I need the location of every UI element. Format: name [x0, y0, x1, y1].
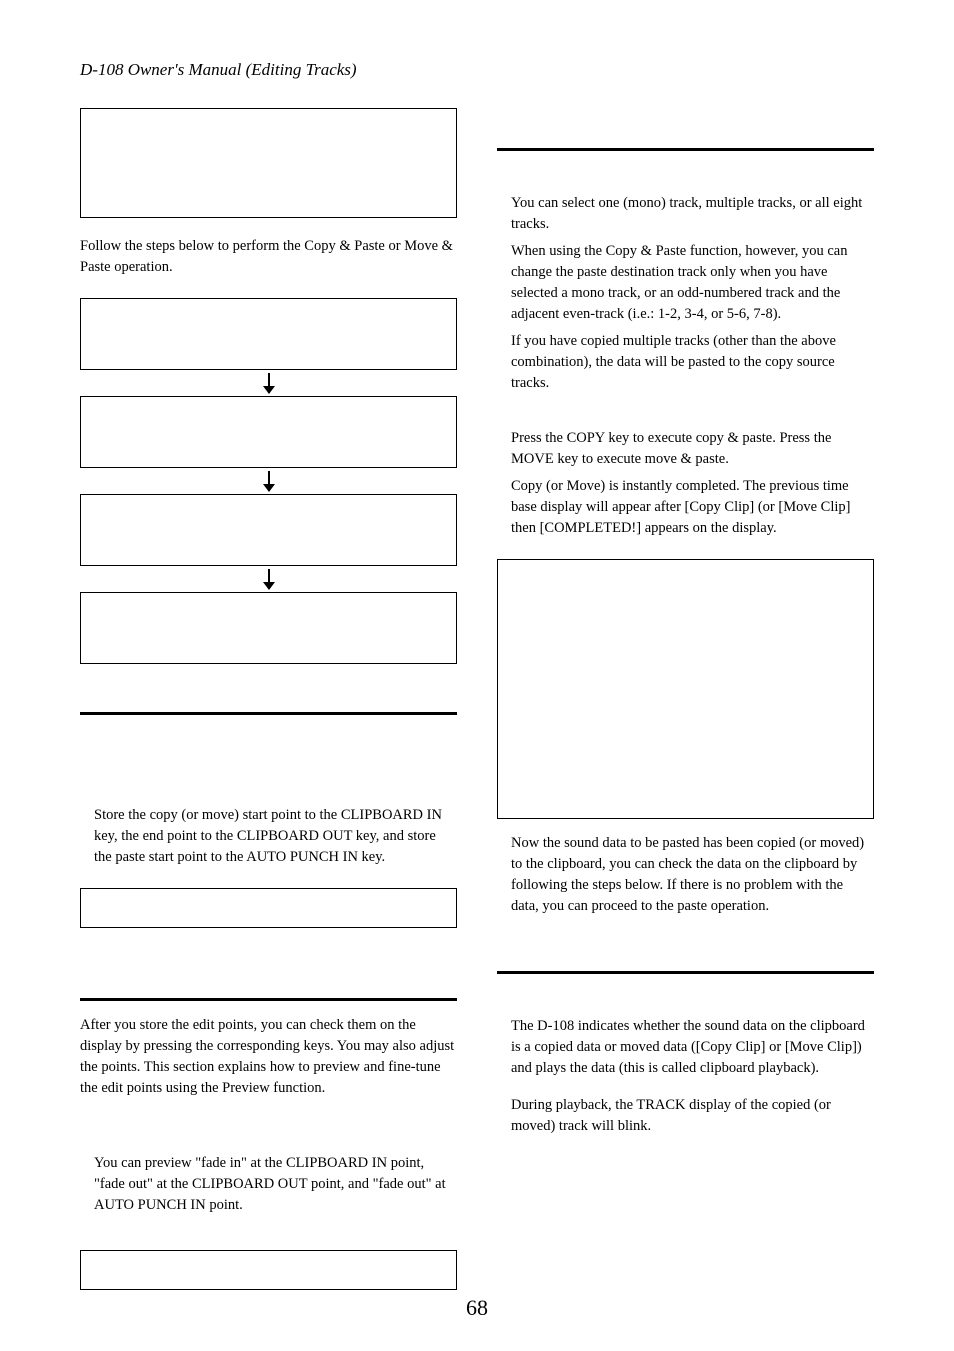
copy-instant-text: Copy (or Move) is instantly completed. T… [497, 476, 874, 539]
page-number: 68 [0, 1295, 954, 1321]
preview-fade-text: You can preview "fade in" at the CLIPBOA… [80, 1153, 457, 1216]
press-copy-text: Press the COPY key to execute copy & pas… [497, 428, 874, 470]
down-arrow-icon [268, 471, 270, 491]
if-copied-text: If you have copied multiple tracks (othe… [497, 331, 874, 394]
store-points-text: Store the copy (or move) start point to … [80, 805, 457, 868]
flow-box-1 [80, 298, 457, 370]
flow-box-3 [80, 494, 457, 566]
d108-indicates-text: The D-108 indicates whether the sound da… [497, 1016, 874, 1079]
figure-box-3 [80, 1250, 457, 1290]
page-header: D-108 Owner's Manual (Editing Tracks) [80, 60, 874, 80]
flow-box-4 [80, 592, 457, 664]
down-arrow-icon [268, 569, 270, 589]
flow-box-2 [80, 396, 457, 468]
left-column: Follow the steps below to perform the Co… [80, 108, 457, 1290]
figure-box-2 [80, 888, 457, 928]
now-sound-text: Now the sound data to be pasted has been… [497, 833, 874, 917]
figure-box-large [497, 559, 874, 819]
after-store-text: After you store the edit points, you can… [80, 1015, 457, 1099]
during-playback-text: During playback, the TRACK display of th… [497, 1095, 874, 1137]
figure-box-1 [80, 108, 457, 218]
two-column-layout: Follow the steps below to perform the Co… [80, 108, 874, 1290]
follow-steps-text: Follow the steps below to perform the Co… [80, 236, 457, 278]
when-using-text: When using the Copy & Paste function, ho… [497, 241, 874, 325]
down-arrow-icon [268, 373, 270, 393]
right-column: You can select one (mono) track, multipl… [497, 108, 874, 1290]
select-tracks-text: You can select one (mono) track, multipl… [497, 193, 874, 235]
